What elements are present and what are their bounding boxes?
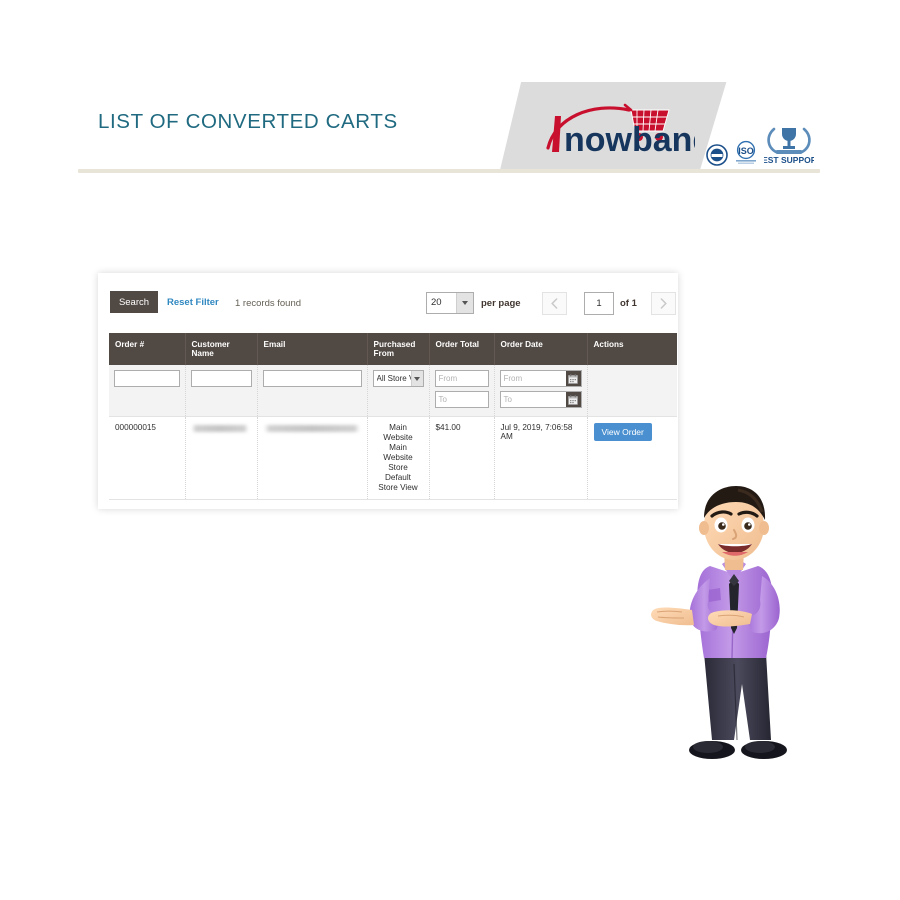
chevron-down-icon bbox=[456, 293, 473, 313]
chevron-right-icon bbox=[660, 298, 667, 309]
filter-cell-purchased-from: All Store Vi bbox=[367, 365, 430, 417]
cell-order-number: 000000015 bbox=[109, 416, 186, 500]
filter-cell-email bbox=[257, 365, 368, 417]
grid-panel: Search Reset Filter 1 records found 20 p… bbox=[98, 273, 678, 509]
svg-text:ISO: ISO bbox=[738, 146, 754, 156]
page-title: LIST OF CONVERTED CARTS bbox=[98, 110, 398, 133]
page-total-label: of 1 bbox=[620, 298, 637, 309]
chevron-down-icon bbox=[410, 371, 423, 386]
chevron-left-icon bbox=[551, 298, 558, 309]
filter-cell-order-total: From To bbox=[429, 365, 495, 417]
order-total-from-input[interactable]: From bbox=[434, 370, 489, 387]
column-header-email[interactable]: Email bbox=[257, 333, 368, 365]
purchased-from-filter-select[interactable]: All Store Vi bbox=[372, 370, 424, 387]
redacted-email bbox=[263, 425, 360, 432]
converted-carts-table: Order # Customer Name Email Purchased Fr… bbox=[109, 333, 677, 500]
filter-cell-order-number bbox=[109, 365, 186, 417]
reset-filter-link[interactable]: Reset Filter bbox=[167, 297, 219, 308]
filter-cell-order-date: From To bbox=[494, 365, 588, 417]
per-page-select[interactable]: 20 bbox=[426, 292, 474, 314]
cell-order-date: Jul 9, 2019, 7:06:58 AM bbox=[494, 416, 588, 500]
pager-next-button[interactable] bbox=[651, 292, 676, 315]
svg-text:nowband: nowband bbox=[564, 121, 695, 158]
cell-purchased-from: Main Website Main Website Store Default Stor… bbox=[367, 416, 430, 500]
column-header-purchased-from[interactable]: Purchased From bbox=[367, 333, 430, 365]
grid-toolbar: Search Reset Filter 1 records found 20 p… bbox=[98, 273, 678, 333]
per-page-label: per page bbox=[481, 298, 521, 309]
pager-previous-button[interactable] bbox=[542, 292, 567, 315]
per-page-value: 20 bbox=[431, 297, 442, 308]
cell-email bbox=[257, 416, 368, 500]
iso-badge-icon: ISO bbox=[736, 140, 756, 164]
certification-badge-icon bbox=[706, 144, 728, 166]
best-support-badge-icon: BEST SUPPORT bbox=[764, 127, 814, 165]
table-row[interactable]: 000000015 Main Website Main Website Store D… bbox=[109, 416, 677, 500]
customer-name-filter-input[interactable] bbox=[190, 370, 252, 387]
order-total-to-input[interactable]: To bbox=[434, 391, 489, 408]
cell-customer-name bbox=[185, 416, 258, 500]
column-header-customer-name[interactable]: Customer Name bbox=[185, 333, 258, 365]
column-header-order-number[interactable]: Order # bbox=[109, 333, 186, 365]
column-header-order-total[interactable]: Order Total bbox=[429, 333, 495, 365]
view-order-button[interactable]: View Order bbox=[593, 423, 652, 441]
page-banner: nowband ISO BEST SUPPORT LIST OF CONVERT… bbox=[0, 0, 900, 180]
mascot-illustration bbox=[638, 478, 828, 780]
knowband-logo: nowband bbox=[545, 96, 713, 159]
search-button[interactable]: Search bbox=[110, 291, 158, 313]
order-number-filter-input[interactable] bbox=[114, 370, 180, 387]
records-found-text: 1 records found bbox=[235, 298, 302, 309]
calendar-icon[interactable] bbox=[565, 392, 581, 407]
trust-badges: ISO BEST SUPPORT bbox=[706, 122, 818, 166]
page-number-input[interactable]: 1 bbox=[584, 292, 614, 315]
filter-cell-actions bbox=[587, 365, 677, 417]
purchased-from-value: Main Website Main Website Store Default Stor… bbox=[378, 423, 418, 492]
table-filter-row: All Store Vi From To From To bbox=[109, 365, 677, 417]
calendar-icon[interactable] bbox=[565, 371, 581, 386]
column-header-actions: Actions bbox=[587, 333, 677, 365]
column-header-order-date[interactable]: Order Date bbox=[494, 333, 588, 365]
table-header-row: Order # Customer Name Email Purchased Fr… bbox=[109, 333, 677, 365]
cell-order-total: $41.00 bbox=[429, 416, 495, 500]
email-filter-input[interactable] bbox=[262, 370, 362, 387]
redacted-customer-name bbox=[191, 425, 248, 432]
best-support-label: BEST SUPPORT bbox=[764, 155, 814, 165]
filter-cell-customer-name bbox=[185, 365, 258, 417]
banner-divider bbox=[78, 169, 820, 173]
